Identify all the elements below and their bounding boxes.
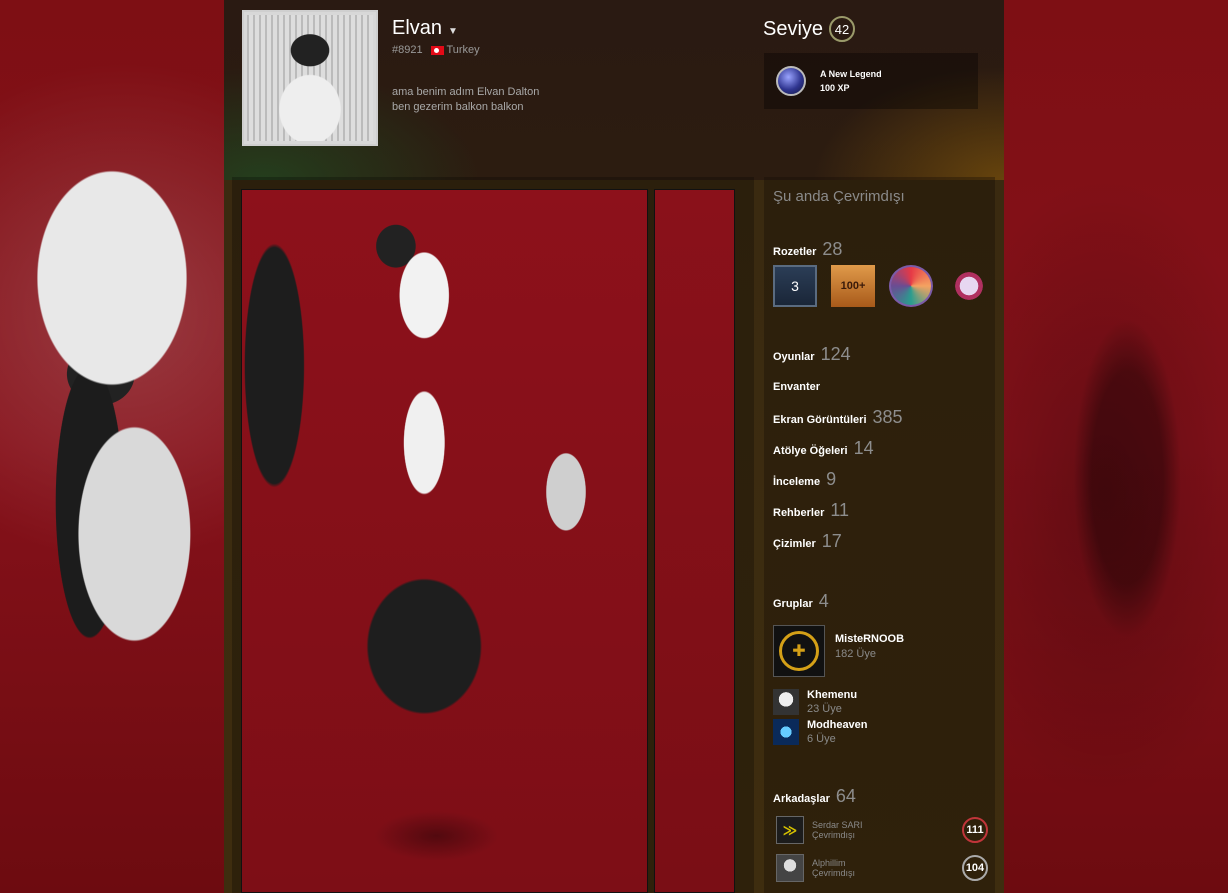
- group-item[interactable]: Khemenu 23 Üye: [773, 689, 857, 715]
- badges-link[interactable]: Rozetler 28: [773, 239, 842, 260]
- groups-count: 4: [818, 591, 829, 611]
- count-label: Ekran Görüntüleri: [773, 414, 867, 426]
- friends-count: 64: [835, 786, 856, 806]
- count-link-workshop[interactable]: Atölye Öğeleri 14: [773, 438, 874, 459]
- friend-level: 104: [962, 855, 988, 881]
- badges-count: 28: [822, 239, 843, 259]
- count-value: 124: [820, 344, 851, 364]
- online-status: Şu anda Çevrimdışı: [773, 188, 905, 205]
- group-members: 182 Üye: [835, 648, 876, 660]
- friend-item[interactable]: Alphillim Çevrimdışı 104: [776, 854, 988, 882]
- chevron-rank-icon: ≫: [776, 816, 804, 844]
- count-label: İnceleme: [773, 476, 821, 488]
- friend-item[interactable]: ≫ Serdar SARI Çevrimdışı 111: [776, 816, 988, 844]
- persona-name: Elvan: [392, 17, 443, 39]
- count-value: 11: [830, 500, 850, 520]
- persona-subline: #8921 Turkey: [392, 44, 480, 56]
- background-art-right: [1004, 240, 1228, 770]
- country-name: Turkey: [446, 44, 480, 56]
- turkey-flag-icon: [430, 45, 444, 55]
- groups-link[interactable]: Gruplar 4: [773, 591, 829, 612]
- friend-status: Çevrimdışı: [812, 868, 856, 878]
- favorite-badge[interactable]: A New Legend 100 XP: [764, 53, 978, 109]
- count-label: Rehberler: [773, 507, 825, 519]
- level-badge[interactable]: 42: [829, 16, 856, 42]
- badge-level-3[interactable]: 3: [773, 265, 817, 307]
- level-section: Seviye 42: [763, 16, 856, 42]
- count-value: 385: [872, 407, 903, 427]
- count-link-inventory[interactable]: Envanter: [773, 381, 826, 393]
- profile-page: Elvan ▼ #8921 Turkey ama benim adım Elva…: [224, 0, 1004, 893]
- artwork-showcase-main[interactable]: [241, 189, 648, 893]
- friends-label: Arkadaşlar: [773, 793, 830, 805]
- count-link-screenshots[interactable]: Ekran Görüntüleri 385: [773, 407, 903, 428]
- group-name: MisteRNOOB: [835, 633, 905, 645]
- count-link-reviews[interactable]: İnceleme 9: [773, 469, 836, 490]
- favorite-badge-xp: 100 XP: [820, 83, 850, 93]
- avatar[interactable]: [242, 10, 378, 146]
- badge-event-icon[interactable]: [889, 265, 933, 307]
- badge-orb-icon: [776, 66, 806, 96]
- summary-line: ben gezerim balkon balkon: [392, 101, 524, 113]
- friend-level: 111: [962, 817, 988, 843]
- group-item[interactable]: Modheaven 6 Üye: [773, 719, 868, 745]
- count-link-games[interactable]: Oyunlar 124: [773, 344, 851, 365]
- artwork-showcase-side[interactable]: [654, 189, 735, 893]
- favorite-badge-name: A New Legend: [820, 69, 882, 79]
- group-avatar: [773, 719, 799, 745]
- gamepad-icon: ✚: [779, 631, 819, 671]
- friend-name: Serdar SARI: [812, 820, 863, 830]
- group-avatar: ✚: [773, 625, 825, 677]
- friend-avatar: [776, 854, 804, 882]
- persona-name-dropdown[interactable]: Elvan ▼: [392, 17, 458, 40]
- group-name: Modheaven: [807, 719, 868, 731]
- group-name: Khemenu: [807, 689, 858, 701]
- background-art-left: [0, 150, 224, 790]
- group-avatar: [773, 689, 799, 715]
- badge-list: 3 100+: [773, 265, 991, 307]
- summary-line: ama benim adım Elvan Dalton: [392, 86, 540, 98]
- group-primary[interactable]: ✚ MisteRNOOB 182 Üye: [773, 625, 904, 677]
- group-members: 6 Üye: [807, 733, 836, 745]
- group-members: 23 Üye: [807, 703, 842, 715]
- badge-item-icon[interactable]: [947, 265, 991, 307]
- count-label: Atölye Öğeleri: [773, 445, 848, 457]
- count-value: 14: [853, 438, 874, 458]
- count-label: Envanter: [773, 381, 821, 393]
- chevron-down-icon: ▼: [448, 26, 458, 37]
- level-label: Seviye: [763, 17, 824, 40]
- country-info: Turkey: [430, 44, 480, 56]
- friends-link[interactable]: Arkadaşlar 64: [773, 786, 856, 807]
- badges-label: Rozetler: [773, 246, 817, 258]
- groups-label: Gruplar: [773, 598, 813, 610]
- avatar-image: [247, 15, 373, 141]
- count-link-guides[interactable]: Rehberler 11: [773, 500, 849, 521]
- profile-right-column: Şu anda Çevrimdışı Rozetler 28 3 100+ Oy…: [764, 177, 995, 893]
- friend-name: Alphillim: [812, 858, 846, 868]
- count-link-artwork[interactable]: Çizimler 17: [773, 531, 842, 552]
- count-value: 17: [821, 531, 842, 551]
- profile-summary: ama benim adım Elvan Dalton ben gezerim …: [392, 85, 539, 115]
- badge-100-plus[interactable]: 100+: [831, 265, 875, 307]
- count-value: 9: [826, 469, 837, 489]
- count-label: Çizimler: [773, 538, 816, 550]
- count-label: Oyunlar: [773, 351, 815, 363]
- friend-status: Çevrimdışı: [812, 830, 856, 840]
- persona-id: #8921: [392, 44, 423, 56]
